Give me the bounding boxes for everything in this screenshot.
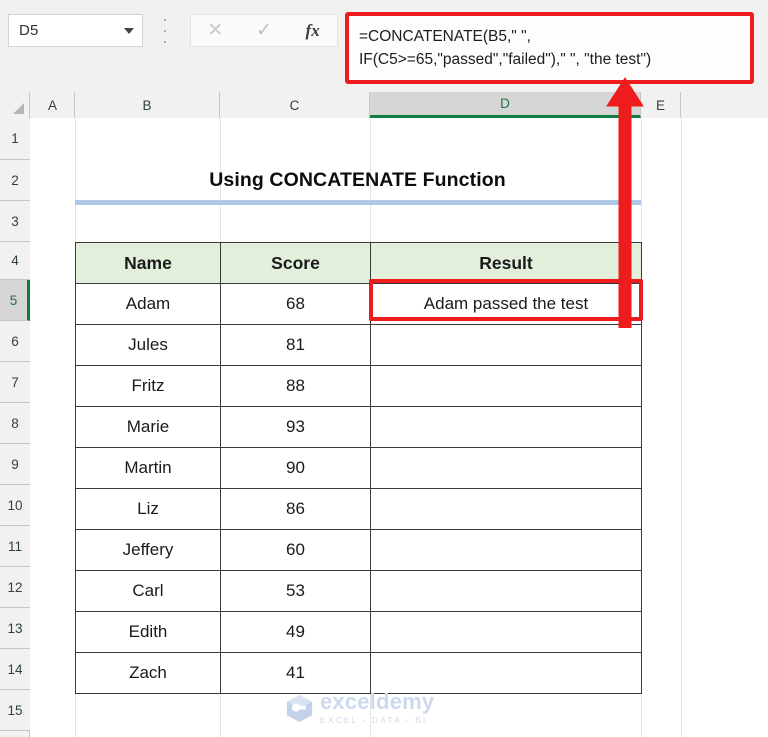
table-row[interactable]: Jeffery 60 (75, 529, 642, 571)
chevron-down-icon (124, 27, 134, 34)
name-box-value: D5 (19, 22, 39, 39)
row-header-bar: 1 2 3 4 5 6 7 8 9 10 11 12 13 14 15 (0, 118, 30, 737)
exceldemy-logo-icon (286, 694, 313, 722)
column-header-bar: A B C D E (0, 92, 768, 118)
column-header-d[interactable]: D (370, 92, 641, 118)
report-title: Using CONCATENATE Function (209, 168, 506, 191)
fx-icon: fx (305, 20, 320, 40)
cell-score[interactable]: 53 (220, 570, 371, 612)
column-header-result: Result (370, 242, 642, 284)
cell-result[interactable] (370, 324, 642, 366)
cell-result[interactable] (370, 570, 642, 612)
cancel-formula-button[interactable]: ✕ (194, 15, 236, 46)
row-header-4[interactable]: 4 (0, 242, 30, 280)
cell-score[interactable]: 86 (220, 488, 371, 530)
cell-result[interactable] (370, 406, 642, 448)
title-underline-rule (75, 200, 641, 205)
cell-name[interactable]: Edith (75, 611, 221, 653)
row-header-6[interactable]: 6 (0, 321, 30, 362)
score-result-table: Name Score Result Adam 68 Adam passed th… (75, 242, 642, 694)
column-header-name: Name (75, 242, 221, 284)
table-body: Adam 68 Adam passed the test Jules 81 Fr… (75, 283, 642, 694)
table-header-row: Name Score Result (75, 242, 642, 284)
watermark-brand: exceldemy (320, 689, 435, 715)
watermark-tagline: EXCEL - DATA - BI (320, 715, 428, 726)
formula-text-line-2: IF(C5>=65,"passed","failed")," ", "the t… (359, 51, 652, 68)
cell-name[interactable]: Carl (75, 570, 221, 612)
cell-name[interactable]: Marie (75, 406, 221, 448)
row-header-7[interactable]: 7 (0, 362, 30, 403)
formula-text-line-1: =CONCATENATE(B5," ", (359, 27, 531, 45)
table-row[interactable]: Liz 86 (75, 488, 642, 530)
cell-name[interactable]: Zach (75, 652, 221, 694)
row-header-8[interactable]: 8 (0, 403, 30, 444)
formula-input[interactable]: =CONCATENATE(B5," ", IF(C5>=65,"passed",… (345, 12, 754, 84)
row-header-9[interactable]: 9 (0, 444, 30, 485)
column-header-b[interactable]: B (75, 92, 220, 118)
table-row[interactable]: Carl 53 (75, 570, 642, 612)
table-row[interactable]: Marie 93 (75, 406, 642, 448)
exceldemy-watermark: exceldemy EXCEL - DATA - BI (286, 688, 486, 728)
enter-formula-button[interactable]: ✓ (243, 15, 285, 46)
cell-score[interactable]: 60 (220, 529, 371, 571)
table-row[interactable]: Martin 90 (75, 447, 642, 489)
close-x-icon: ✕ (207, 20, 224, 41)
cell-score[interactable]: 88 (220, 365, 371, 407)
row-header-10[interactable]: 10 (0, 485, 30, 526)
select-all-triangle-icon (13, 103, 24, 114)
formula-bar-strip: D5 ✕ ✓ fx =CONCATENATE(B5," ", IF(C5>=65… (0, 0, 768, 92)
cell-score[interactable]: 81 (220, 324, 371, 366)
row-header-15[interactable]: 15 (0, 690, 30, 731)
column-header-blank (681, 92, 768, 118)
cell-score[interactable]: 49 (220, 611, 371, 653)
cell-name[interactable]: Liz (75, 488, 221, 530)
cell-result[interactable] (370, 447, 642, 489)
row-header-12[interactable]: 12 (0, 567, 30, 608)
gridline-e-f (681, 118, 682, 737)
table-row[interactable]: Edith 49 (75, 611, 642, 653)
select-all-corner-button[interactable] (0, 92, 30, 118)
column-header-e[interactable]: E (641, 92, 681, 118)
cell-name[interactable]: Adam (75, 283, 221, 325)
cell-name[interactable]: Fritz (75, 365, 221, 407)
checkmark-icon: ✓ (256, 20, 272, 41)
table-row[interactable]: Fritz 88 (75, 365, 642, 407)
row-header-5[interactable]: 5 (0, 280, 30, 321)
row-header-11[interactable]: 11 (0, 526, 30, 567)
formula-bar-buttons: ✕ ✓ fx (190, 14, 338, 47)
column-header-c[interactable]: C (220, 92, 370, 118)
formula-bar-separator-dots-icon (160, 19, 170, 43)
cell-result[interactable] (370, 488, 642, 530)
cell-result[interactable] (370, 365, 642, 407)
table-row[interactable]: Adam 68 Adam passed the test (75, 283, 642, 325)
column-header-score: Score (220, 242, 371, 284)
cell-score[interactable]: 68 (220, 283, 371, 325)
cell-name[interactable]: Jeffery (75, 529, 221, 571)
row-header-14[interactable]: 14 (0, 649, 30, 690)
cell-score[interactable]: 93 (220, 406, 371, 448)
cell-result[interactable] (370, 611, 642, 653)
cell-name[interactable]: Jules (75, 324, 221, 366)
cell-score[interactable]: 90 (220, 447, 371, 489)
row-header-1[interactable]: 1 (0, 118, 30, 160)
name-box[interactable]: D5 (8, 14, 143, 47)
row-header-3[interactable]: 3 (0, 201, 30, 242)
column-header-a[interactable]: A (31, 92, 75, 118)
cell-name[interactable]: Martin (75, 447, 221, 489)
excel-worksheet-screenshot: D5 ✕ ✓ fx =CONCATENATE(B5," ", IF(C5>=65… (0, 0, 768, 737)
cell-result[interactable] (370, 529, 642, 571)
name-box-dropdown-icon[interactable] (116, 15, 142, 46)
cell-result[interactable]: Adam passed the test (370, 283, 642, 325)
insert-function-button[interactable]: fx (292, 15, 334, 46)
row-header-13[interactable]: 13 (0, 608, 30, 649)
table-row[interactable]: Jules 81 (75, 324, 642, 366)
row-header-2[interactable]: 2 (0, 160, 30, 201)
